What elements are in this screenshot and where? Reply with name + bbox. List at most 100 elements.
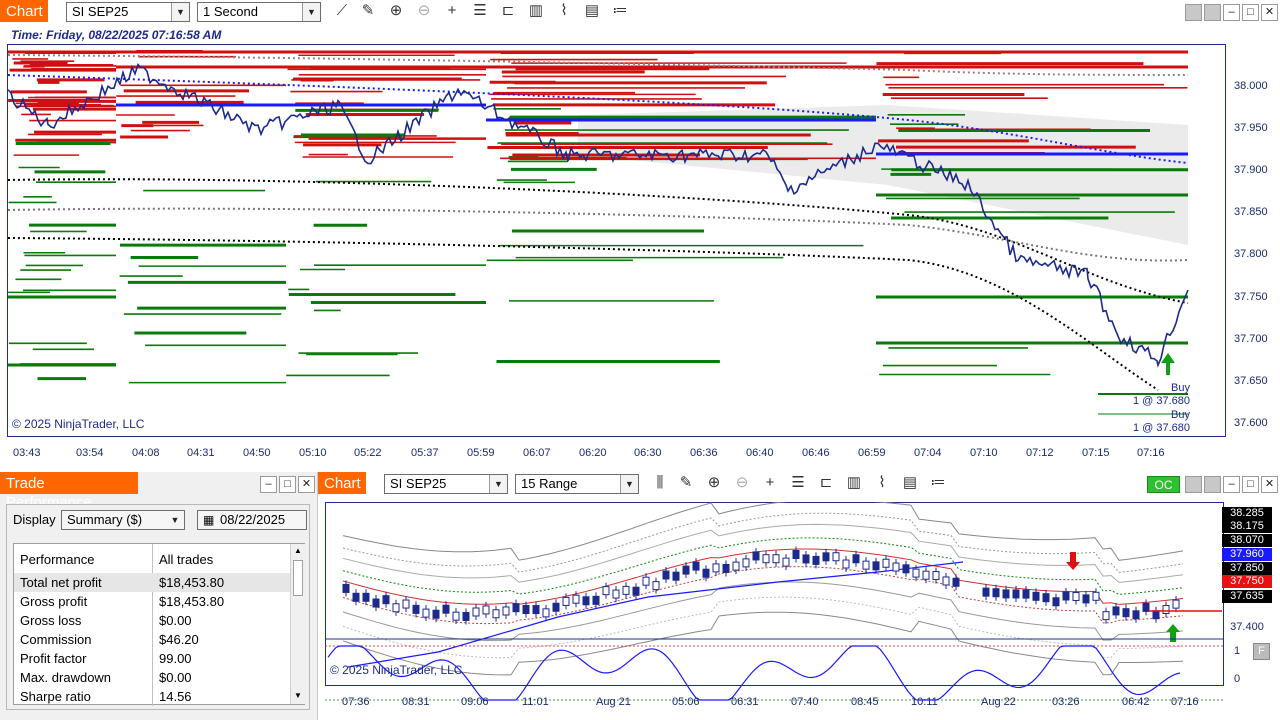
close-icon[interactable]: ✕: [1261, 476, 1278, 493]
table-row[interactable]: Gross loss $0.00: [14, 611, 290, 630]
chevron-down-icon[interactable]: ▼: [489, 475, 507, 493]
line-icon[interactable]: ⟋: [331, 0, 353, 22]
window-mode-icon[interactable]: [1185, 4, 1202, 21]
indicators-icon[interactable]: ⌇: [871, 472, 893, 494]
minimize-icon[interactable]: –: [1223, 476, 1240, 493]
scroll-thumb[interactable]: [293, 560, 303, 596]
price-tick: 37.700: [1234, 333, 1268, 345]
zoom-out-icon[interactable]: ⊖: [413, 0, 435, 22]
table-row[interactable]: Max. drawdown $0.00: [14, 668, 290, 687]
maximize-icon[interactable]: □: [1242, 4, 1259, 21]
zoom-in-icon[interactable]: ⊕: [703, 472, 725, 494]
template-icon[interactable]: ⊏: [815, 472, 837, 494]
candle: [352, 592, 360, 602]
interval-selector[interactable]: 15 Range ▼: [515, 474, 639, 494]
row-value: 99.00: [159, 651, 192, 666]
trade-label-1: Buy 1 @ 37.680: [1120, 382, 1190, 408]
candle: [602, 586, 610, 596]
table-row[interactable]: Sharpe ratio 14.56: [14, 687, 290, 706]
bottom-chart-tab[interactable]: Chart: [318, 472, 366, 494]
close-icon[interactable]: ✕: [1261, 4, 1278, 21]
crosshair-icon[interactable]: +: [441, 0, 463, 22]
window-mode-icon[interactable]: [1204, 476, 1221, 493]
candle: [952, 577, 960, 587]
osc-f-button[interactable]: F: [1253, 643, 1270, 660]
date-picker[interactable]: ▦ 08/22/2025: [197, 510, 307, 530]
crosshair-icon[interactable]: +: [759, 472, 781, 494]
candle: [462, 611, 470, 621]
interval-value: 15 Range: [521, 476, 578, 491]
candle: [722, 563, 730, 573]
candle: [862, 560, 870, 570]
scroll-up-icon[interactable]: ▲: [294, 546, 302, 555]
candle: [572, 594, 580, 604]
zoom-in-icon[interactable]: ⊕: [385, 0, 407, 22]
scroll-down-icon[interactable]: ▼: [294, 691, 302, 700]
list-icon[interactable]: ≔: [609, 0, 631, 22]
time-tick: 07:12: [1026, 447, 1054, 459]
table-row[interactable]: Commission $46.20: [14, 630, 290, 649]
top-chart-tab[interactable]: Chart: [0, 0, 48, 22]
column-header-performance[interactable]: Performance: [20, 552, 94, 567]
maximize-icon[interactable]: □: [279, 476, 296, 493]
time-tick: 04:50: [243, 447, 271, 459]
minimize-icon[interactable]: –: [260, 476, 277, 493]
candle: [482, 605, 490, 615]
chevron-down-icon[interactable]: ▼: [302, 3, 320, 21]
pencil-icon[interactable]: ✎: [675, 472, 697, 494]
properties-icon[interactable]: ☰: [787, 472, 809, 494]
column-header-all-trades[interactable]: All trades: [159, 552, 213, 567]
window-mode-icon[interactable]: [1185, 476, 1202, 493]
display-selector[interactable]: Summary ($) ▼: [61, 510, 185, 530]
strategies-icon[interactable]: ▥: [525, 0, 547, 22]
strategies-icon[interactable]: ▥: [843, 472, 865, 494]
bar-type-icon[interactable]: ⫼: [649, 472, 671, 494]
candle: [1032, 591, 1040, 601]
instrument-selector[interactable]: SI SEP25 ▼: [384, 474, 508, 494]
calendar-icon[interactable]: ▦: [203, 511, 214, 529]
chevron-down-icon[interactable]: ▼: [171, 3, 189, 21]
interval-selector[interactable]: 1 Second ▼: [197, 2, 321, 22]
time-tick: 08:31: [402, 696, 430, 708]
table-row[interactable]: Total net profit $18,453.80: [14, 573, 290, 592]
window-mode-icon[interactable]: [1204, 4, 1221, 21]
candle: [742, 558, 750, 568]
time-tick: 06:59: [858, 447, 886, 459]
time-tick: 03:26: [1052, 696, 1080, 708]
list-icon[interactable]: ≔: [927, 472, 949, 494]
indicators-icon[interactable]: ⌇: [553, 0, 575, 22]
table-row[interactable]: Gross profit $18,453.80: [14, 592, 290, 611]
pencil-icon[interactable]: ✎: [357, 0, 379, 22]
candle: [1162, 605, 1170, 615]
data-box-icon[interactable]: ▤: [899, 472, 921, 494]
template-icon[interactable]: ⊏: [497, 0, 519, 22]
candle: [1152, 610, 1160, 620]
chevron-down-icon[interactable]: ▼: [166, 511, 184, 529]
candle: [1042, 593, 1050, 603]
candle: [662, 570, 670, 580]
oc-button[interactable]: OC: [1147, 476, 1180, 493]
candle: [392, 603, 400, 613]
time-tick: 06:20: [579, 447, 607, 459]
chevron-down-icon[interactable]: ▼: [620, 475, 638, 493]
trade-performance-tab[interactable]: Trade Performance: [0, 472, 138, 511]
time-tick: 03:54: [76, 447, 104, 459]
table-row[interactable]: Profit factor 99.00: [14, 649, 290, 668]
table-scrollbar[interactable]: ▲ ▼: [290, 544, 305, 704]
time-tick: 06:42: [1122, 696, 1150, 708]
minimize-icon[interactable]: –: [1223, 4, 1240, 21]
column-divider: [152, 544, 153, 574]
data-box-icon[interactable]: ▤: [581, 0, 603, 22]
price-tick: 37.850: [1222, 562, 1272, 575]
candle: [902, 564, 910, 574]
candle: [752, 551, 760, 561]
close-icon[interactable]: ✕: [298, 476, 315, 493]
candle: [732, 561, 740, 571]
instrument-selector[interactable]: SI SEP25 ▼: [66, 2, 190, 22]
properties-icon[interactable]: ☰: [469, 0, 491, 22]
candle: [522, 604, 530, 614]
candle: [1072, 591, 1080, 601]
maximize-icon[interactable]: □: [1242, 476, 1259, 493]
zoom-out-icon[interactable]: ⊖: [731, 472, 753, 494]
candle: [412, 604, 420, 614]
